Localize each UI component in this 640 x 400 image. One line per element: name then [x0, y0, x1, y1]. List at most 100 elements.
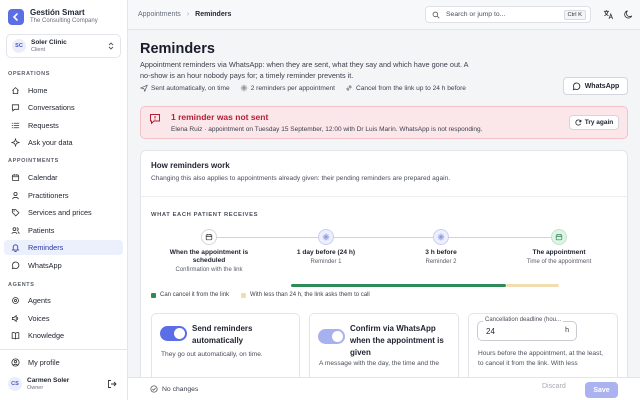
- clinic-name: Soler Clinic: [31, 38, 67, 46]
- legend-swatch: [241, 293, 247, 298]
- meta-text: Sent automatically, on time: [151, 84, 230, 92]
- sidebar: Gestión Smart The Consulting Company SC …: [0, 0, 128, 400]
- sidebar-item-requests[interactable]: Requests: [4, 118, 123, 133]
- sidebar-item-label: Home: [28, 86, 48, 95]
- timeline-step: 3 h before Reminder 2: [386, 229, 496, 266]
- book-icon: [11, 332, 20, 340]
- step-title: 1 day before (24 h): [296, 249, 356, 256]
- clinic-role: Client: [31, 46, 46, 53]
- bell-icon: [11, 244, 20, 252]
- sidebar-item-label: Practitioners: [28, 191, 69, 200]
- sidebar-item-ask-your-data[interactable]: Ask your data: [4, 135, 123, 150]
- logout-icon[interactable]: [107, 379, 117, 389]
- option-description: A message with the day, the time and the: [319, 360, 440, 367]
- field-value: 24: [486, 326, 495, 336]
- send-reminders-toggle[interactable]: [160, 326, 187, 341]
- timeline-step: When the appointment is scheduled Confir…: [154, 229, 264, 274]
- save-button[interactable]: Save: [585, 382, 618, 398]
- sidebar-item-agents[interactable]: Agents: [4, 293, 123, 308]
- clinic-switcher[interactable]: SC Soler Clinic Client: [6, 34, 121, 58]
- sidebar-item-practitioners[interactable]: Practitioners: [4, 188, 123, 203]
- search-placeholder: Search or jump to...: [446, 11, 506, 18]
- refresh-icon: [575, 119, 582, 126]
- discard-button[interactable]: Discard: [542, 383, 566, 390]
- whatsapp-icon: [11, 261, 20, 270]
- page-title: Reminders: [140, 41, 215, 57]
- sidebar-item-my-profile[interactable]: My profile: [4, 355, 123, 370]
- whatsapp-button[interactable]: WhatsApp: [563, 77, 628, 95]
- cancellation-deadline-field[interactable]: 24 h: [477, 321, 577, 341]
- sidebar-item-label: My profile: [28, 358, 60, 367]
- option-title: Confirm via WhatsApp when the appointmen…: [350, 324, 444, 357]
- step-subtitle: Reminder 2: [425, 259, 457, 265]
- search-input[interactable]: Search or jump to... Ctrl K: [425, 6, 591, 23]
- sparkle-icon: [11, 138, 20, 147]
- translate-icon[interactable]: [603, 9, 614, 20]
- step-subtitle: Reminder 1: [310, 259, 342, 265]
- brand-subtitle: The Consulting Company: [30, 18, 98, 24]
- field-label: Cancellation deadline (hou...: [483, 317, 564, 323]
- try-again-button[interactable]: Try again: [569, 115, 619, 130]
- sidebar-item-label: WhatsApp: [28, 261, 62, 270]
- search-icon: [432, 11, 440, 18]
- gear-icon: [240, 84, 247, 92]
- status-text: No changes: [162, 385, 199, 393]
- list-icon: [11, 122, 20, 129]
- check-circle-icon: [150, 385, 158, 393]
- meta-text: Cancel from the link up to 24 h before: [356, 84, 466, 92]
- breadcrumb-separator: ›: [186, 11, 190, 18]
- sidebar-item-label: Requests: [28, 121, 59, 130]
- page-lead: Appointment reminders via WhatsApp: when…: [140, 60, 469, 80]
- whatsapp-button-label: WhatsApp: [584, 82, 620, 90]
- sidebar-item-label: Conversations: [28, 103, 75, 112]
- sidebar-item-calendar[interactable]: Calendar: [4, 170, 123, 185]
- alert-title: 1 reminder was not sent: [171, 112, 269, 122]
- how-reminders-card: How reminders work Changing this also ap…: [140, 150, 628, 400]
- sidebar-item-patients[interactable]: Patients: [4, 223, 123, 238]
- sidebar-item-label: Calendar: [28, 173, 58, 182]
- user-circle-icon: [11, 358, 20, 367]
- card-title: How reminders work: [151, 161, 230, 170]
- step-subtitle: Confirmation with the link: [175, 267, 243, 273]
- alert-chat-icon: [150, 114, 160, 125]
- status: No changes: [150, 385, 198, 393]
- sidebar-item-label: Agents: [28, 296, 51, 305]
- sidebar-item-whatsapp[interactable]: WhatsApp: [4, 258, 123, 273]
- voice-icon: [11, 314, 19, 323]
- gear-icon: [318, 229, 334, 245]
- sidebar-item-voices[interactable]: Voices: [4, 311, 123, 326]
- user-icon: [12, 191, 19, 200]
- link-icon: [346, 85, 352, 91]
- user-role: Owner: [27, 384, 44, 391]
- confirm-whatsapp-toggle[interactable]: [318, 329, 345, 344]
- sidebar-item-label: Patients: [28, 226, 55, 235]
- breadcrumb-current: Reminders: [195, 11, 232, 18]
- card-subtitle: Changing this also applies to appointmen…: [151, 175, 451, 182]
- option-title: Send reminders automatically: [192, 324, 253, 345]
- chat-icon: [11, 104, 20, 112]
- sidebar-item-label: Knowledge: [28, 331, 65, 340]
- bot-icon: [12, 297, 19, 304]
- shortcut-hint: Ctrl K: [563, 10, 586, 20]
- user-name: Carmen Soler: [27, 376, 70, 384]
- step-title: When the appointment is scheduled: [169, 249, 249, 264]
- call-window-bar: [506, 284, 559, 287]
- meta-text: 2 reminders per appointment: [250, 84, 335, 92]
- meta-item: Cancel from the link up to 24 h before: [345, 84, 466, 92]
- sidebar-item-conversations[interactable]: Conversations: [4, 100, 123, 115]
- moon-icon[interactable]: [623, 9, 634, 20]
- sidebar-divider: [0, 349, 127, 350]
- sidebar-item-label: Reminders: [28, 243, 64, 252]
- sidebar-item-reminders[interactable]: Reminders: [4, 240, 123, 255]
- users-icon: [11, 227, 20, 235]
- breadcrumb-parent[interactable]: Appointments: [138, 11, 181, 18]
- sidebar-item-home[interactable]: Home: [4, 83, 123, 98]
- step-title: The appointment: [532, 249, 586, 256]
- brand[interactable]: Gestión Smart The Consulting Company: [0, 0, 127, 26]
- sidebar-item-knowledge[interactable]: Knowledge: [4, 328, 123, 343]
- option-description: Hours before the appointment, at the lea…: [478, 350, 603, 367]
- whatsapp-icon: [572, 82, 580, 90]
- sidebar-item-services[interactable]: Services and prices: [4, 205, 123, 220]
- legend-item: Can cancel it from the link: [151, 292, 229, 298]
- legend-label: Can cancel it from the link: [160, 292, 230, 298]
